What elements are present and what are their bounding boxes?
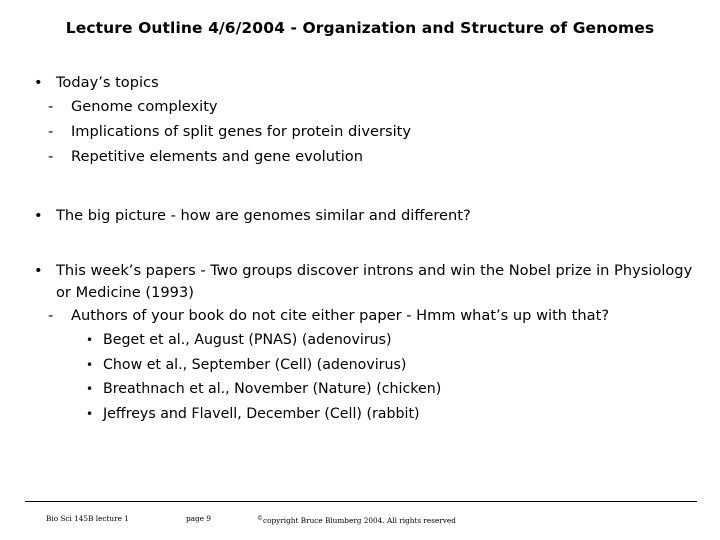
presentation-slide: Lecture Outline 4/6/2004 - Organization … (0, 0, 720, 540)
footer-course-label: Bio Sci 145B lecture 1 (46, 514, 129, 523)
paper-citation-breathnach: • Breathnach et al., November (Nature) (… (77, 377, 700, 402)
paper-citation-list: • Beget et al., August (PNAS) (adenoviru… (28, 328, 700, 426)
dash-bullet-icon: - (48, 97, 54, 115)
paper-citation-text: Beget et al., August (PNAS) (adenovirus) (103, 332, 392, 348)
slide-title: Lecture Outline 4/6/2004 - Organization … (65, 19, 655, 37)
subtopic-text: Authors of your book do not cite either … (71, 307, 610, 324)
footer-copyright-text: copyright Bruce Blumberg 2004. All right… (263, 516, 456, 525)
dash-bullet-icon: - (48, 307, 54, 324)
slide-body: • Today’s topics - Genome complexity - I… (28, 72, 700, 426)
bullet-text: The big picture - how are genomes simila… (56, 206, 471, 224)
footer-copyright: ©copyright Bruce Blumberg 2004. All righ… (257, 512, 456, 528)
outline-list: • Today’s topics - Genome complexity - I… (28, 72, 700, 426)
round-bullet-icon: • (86, 357, 94, 372)
papers-note-list: - Authors of your book do not cite eithe… (28, 303, 700, 328)
subtopic-list: - Genome complexity - Implications of sp… (28, 94, 700, 169)
footer-page-number: page 9 (186, 514, 211, 523)
dash-bullet-icon: - (48, 147, 54, 165)
paper-citation-jeffreys: • Jeffreys and Flavell, December (Cell) … (77, 402, 700, 427)
bullet-this-weeks-papers: • This week’s papers - Two groups discov… (28, 260, 700, 303)
subtopic-text: Repetitive elements and gene evolution (71, 147, 363, 165)
dash-bullet-icon: - (48, 122, 54, 140)
slide-footer: Bio Sci 145B lecture 1 page 9 ©copyright… (25, 512, 697, 526)
subtopic-repetitive-elements: - Repetitive elements and gene evolution (40, 144, 700, 169)
subtopic-text: Implications of split genes for protein … (71, 122, 411, 140)
bullet-todays-topics: • Today’s topics (28, 72, 700, 94)
subtopic-authors-note: - Authors of your book do not cite eithe… (40, 303, 700, 328)
subtopic-genome-complexity: - Genome complexity (40, 94, 700, 119)
subtopic-text: Genome complexity (71, 97, 218, 115)
subtopic-split-genes: - Implications of split genes for protei… (40, 119, 700, 144)
paper-citation-text: Jeffreys and Flavell, December (Cell) (r… (103, 405, 420, 422)
paper-citation-text: Chow et al., September (Cell) (adenoviru… (103, 356, 407, 373)
paper-citation-beget: • Beget et al., August (PNAS) (adenoviru… (77, 328, 700, 353)
round-bullet-icon: • (86, 333, 94, 347)
paper-citation-chow: • Chow et al., September (Cell) (adenovi… (77, 353, 700, 378)
round-bullet-icon: • (86, 382, 94, 396)
round-bullet-icon: • (86, 406, 94, 421)
bullet-big-picture: • The big picture - how are genomes simi… (28, 205, 700, 227)
paper-citation-text: Breathnach et al., November (Nature) (ch… (103, 381, 442, 397)
bullet-text: This week’s papers - Two groups discover… (56, 262, 693, 301)
bullet-text: Today’s topics (56, 74, 159, 91)
round-bullet-icon: • (34, 74, 43, 91)
round-bullet-icon: • (34, 262, 43, 279)
footer-divider (25, 501, 697, 502)
round-bullet-icon: • (34, 206, 43, 224)
